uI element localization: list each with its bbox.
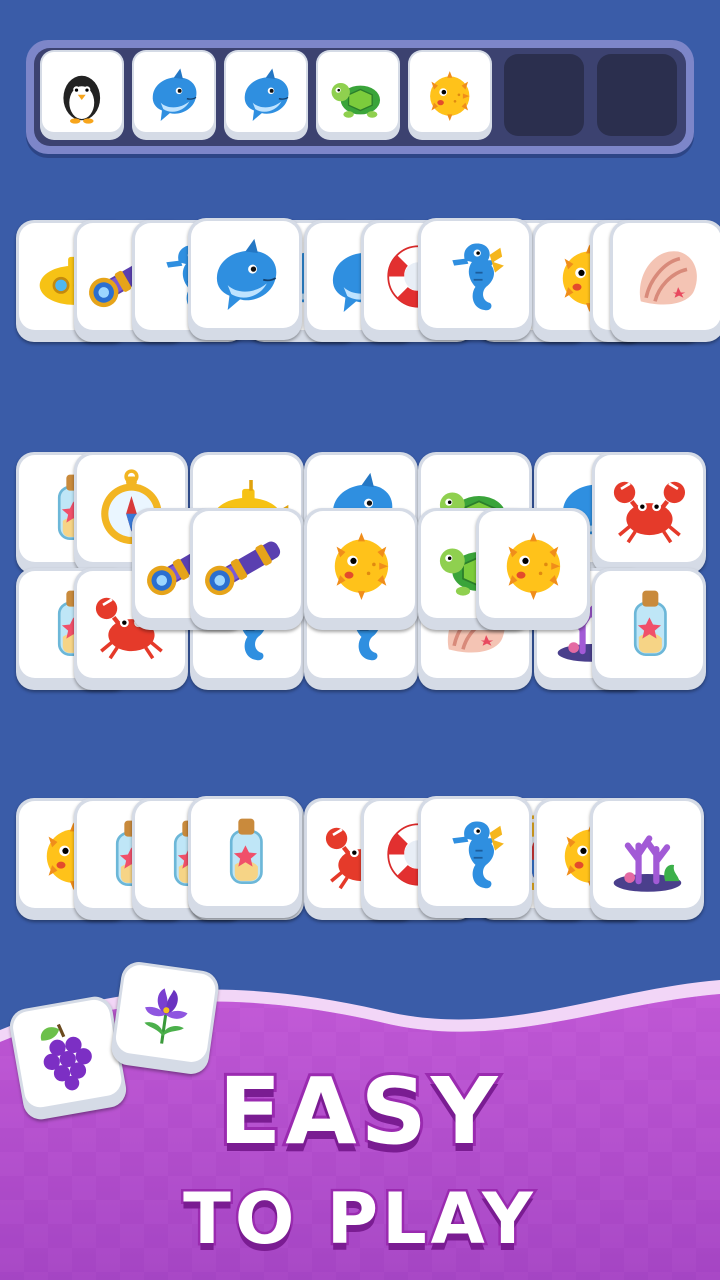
tile[interactable]	[590, 798, 704, 920]
seahorse-icon	[418, 218, 532, 330]
telescope-icon	[190, 508, 304, 620]
coral-icon	[590, 798, 704, 910]
dolphin-icon	[224, 50, 308, 140]
bottle-icon	[188, 796, 302, 908]
empty-slot	[504, 54, 584, 136]
tile[interactable]	[304, 508, 418, 630]
dolphin-icon	[132, 50, 216, 140]
tile[interactable]	[418, 218, 532, 340]
headline-to-play: TO PLAY	[181, 1176, 537, 1263]
pufferfish-icon	[304, 508, 418, 620]
headline-easy: EASY	[216, 1055, 502, 1168]
penguin-icon	[40, 50, 124, 140]
pufferfish-icon	[408, 50, 492, 140]
slot-tile	[132, 50, 216, 140]
slot-tile	[40, 50, 124, 140]
game-screen: EASY TO PLAY	[0, 0, 720, 1280]
dolphin-icon	[188, 218, 302, 330]
slot-tile	[408, 50, 492, 140]
seahorse-icon	[418, 796, 532, 908]
iris-flower-icon	[111, 960, 221, 1067]
crab-icon	[592, 452, 706, 564]
pufferfish-icon	[476, 508, 590, 620]
tile[interactable]	[418, 796, 532, 918]
slot-tile	[316, 50, 400, 140]
bottle-icon	[592, 568, 706, 680]
tile[interactable]	[476, 508, 590, 630]
shell-icon	[610, 220, 720, 332]
turtle-icon	[316, 50, 400, 140]
empty-slot	[597, 54, 677, 136]
tile[interactable]	[592, 452, 706, 574]
tile[interactable]	[190, 508, 304, 630]
tile[interactable]	[188, 796, 302, 918]
tile[interactable]	[610, 220, 720, 342]
tile[interactable]	[592, 568, 706, 690]
slot-tile	[224, 50, 308, 140]
tile[interactable]	[188, 218, 302, 340]
